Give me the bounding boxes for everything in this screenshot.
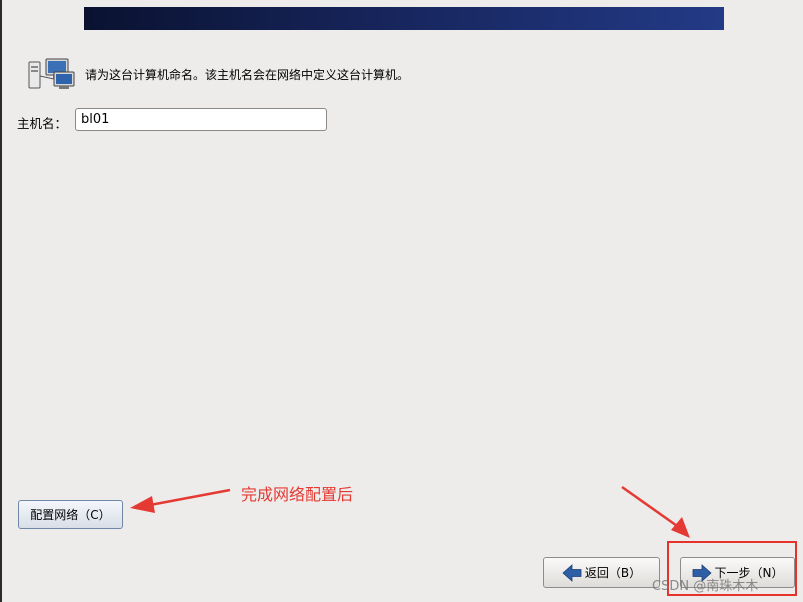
configure-network-label: 配置网络（C） [30, 508, 111, 522]
hostname-label: 主机名： [17, 116, 68, 131]
configure-network-button[interactable]: 配置网络（C） [18, 500, 123, 529]
next-button-label: 下一步（N） [714, 566, 784, 580]
arrow-to-config-button [149, 488, 231, 507]
arrow-to-next-button [621, 485, 681, 530]
arrow-head-config [130, 496, 155, 513]
arrow-head-next [671, 517, 690, 538]
window-left-border [0, 0, 2, 602]
back-button[interactable]: 返回（B） [543, 557, 660, 588]
arrow-right-icon [692, 563, 712, 582]
hostname-prompt-text: 请为这台计算机命名。该主机名会在网络中定义这台计算机。 [85, 68, 410, 82]
arrow-left-icon [562, 563, 582, 582]
installer-header-banner [84, 7, 724, 30]
networked-computers-icon [28, 58, 75, 89]
next-button[interactable]: 下一步（N） [680, 557, 795, 588]
annotation-text: 完成网络配置后 [241, 485, 354, 504]
hostname-input[interactable] [75, 108, 327, 131]
back-button-label: 返回（B） [584, 566, 642, 580]
